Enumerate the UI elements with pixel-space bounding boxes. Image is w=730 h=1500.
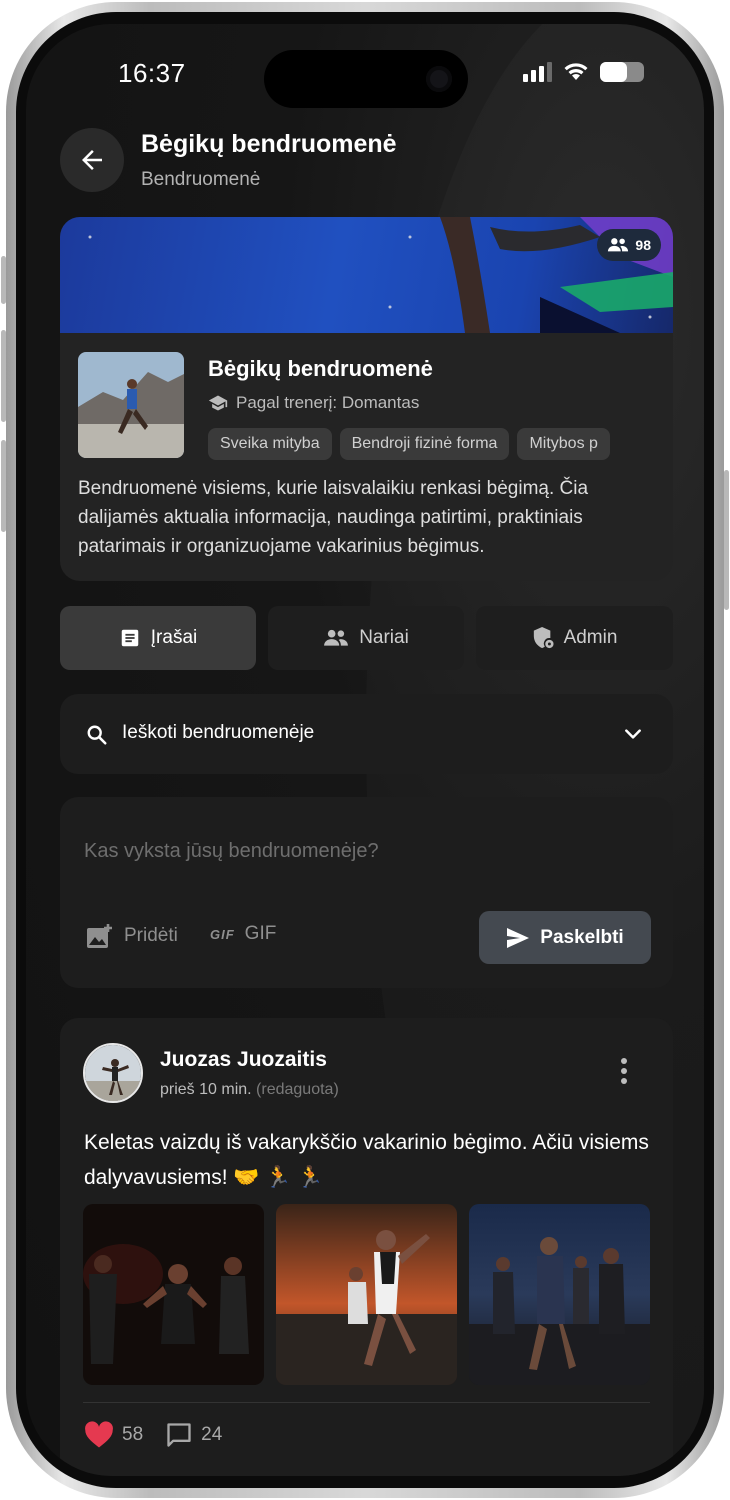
tab-members[interactable]: Nariai [268, 606, 464, 670]
battery-icon [600, 62, 644, 82]
community-banner: 98 [60, 217, 673, 333]
banner-artwork [88, 217, 673, 333]
tab-posts-label: Įrašai [150, 627, 198, 648]
community-coach: Pagal trenerį: Domantas [208, 393, 419, 413]
chevron-down-icon[interactable] [623, 724, 643, 744]
post-reactions: 58 24 [84, 1421, 222, 1449]
arrow-left-icon [82, 150, 102, 170]
tab-admin[interactable]: Admin [476, 606, 673, 670]
add-media-button[interactable]: Pridėti [86, 923, 178, 949]
community-description: Bendruomenė visiems, kurie laisvalaikiu … [78, 478, 589, 557]
publish-label: Paskelbti [540, 926, 624, 948]
community-thumbnail [78, 352, 184, 458]
comments-count: 24 [201, 1424, 223, 1445]
page-subtitle: Bendruomenė [141, 169, 261, 190]
post-time: prieš 10 min. (redaguota) [160, 1081, 339, 1099]
gif-icon: GIF [210, 926, 235, 942]
member-count: 98 [635, 237, 651, 253]
tag-chip[interactable]: Sveika mityba [208, 428, 332, 460]
gif-label: GIF [244, 923, 277, 944]
publish-button[interactable]: Paskelbti [479, 911, 651, 964]
community-name: Bėgikų bendruomenė [208, 356, 433, 381]
tab-posts[interactable]: Įrašai [60, 606, 256, 670]
post-photo[interactable] [469, 1204, 650, 1385]
people-icon [608, 238, 629, 252]
author-avatar[interactable] [83, 1043, 143, 1103]
wifi-icon [564, 63, 588, 80]
page-title: Bėgikų bendruomenė [141, 130, 397, 158]
search-icon [87, 725, 107, 745]
add-media-label: Pridėti [124, 925, 178, 946]
send-icon [507, 927, 530, 948]
search-label: Ieškoti bendruomenėje [122, 722, 315, 743]
post-photo[interactable] [83, 1204, 264, 1385]
people-icon [324, 629, 349, 646]
status-time: 16:37 [118, 58, 186, 88]
post-divider [83, 1402, 650, 1403]
likes-count: 58 [122, 1424, 144, 1445]
post-timestamp: prieš 10 min. [160, 1081, 252, 1098]
tag-chip[interactable]: Bendroji fizinė forma [339, 428, 510, 460]
app-screen: 16:37 Bėgikų bendruomenė Bendruomenė 98 … [26, 24, 704, 1476]
edited-label: (redaguota) [256, 1081, 339, 1098]
member-count-badge: 98 [597, 229, 661, 261]
add-photo-icon [87, 924, 112, 948]
author-name[interactable]: Juozas Juozaitis [160, 1048, 327, 1072]
comment-icon[interactable] [165, 1421, 193, 1449]
dynamic-island [264, 50, 468, 108]
community-tags: Sveika mityba Bendroji fizinė forma Mity… [208, 428, 640, 460]
graduation-cap-icon [208, 395, 228, 411]
power-button [724, 470, 729, 610]
post-photo[interactable] [276, 1204, 457, 1385]
tab-admin-label: Admin [563, 627, 618, 648]
gif-button[interactable]: GIF GIF [210, 923, 276, 945]
tag-chip[interactable]: Mitybos p [517, 428, 610, 460]
community-search[interactable]: Ieškoti bendruomenėje [60, 694, 673, 774]
document-icon [121, 629, 139, 647]
status-icons [523, 62, 644, 82]
post-photos [83, 1204, 650, 1385]
composer-input[interactable]: Kas vyksta jūsų bendruomenėje? [84, 840, 379, 863]
post-composer: Kas vyksta jūsų bendruomenėje? Pridėti G… [60, 797, 673, 988]
coach-label: Pagal trenerį: Domantas [236, 393, 420, 412]
post-card: Juozas Juozaitis prieš 10 min. (redaguot… [60, 1018, 673, 1476]
more-options-icon[interactable] [621, 1058, 627, 1084]
shield-icon [533, 627, 554, 649]
post-text: Keletas vaizdų iš vakarykščio vakarinio … [84, 1131, 649, 1189]
tab-members-label: Nariai [359, 627, 409, 648]
heart-icon[interactable] [84, 1421, 114, 1449]
back-button[interactable] [60, 128, 124, 192]
cellular-signal-icon [523, 62, 552, 82]
community-card: 98 Bėgikų bendruomenė Pagal trenerį: Dom… [60, 217, 673, 581]
